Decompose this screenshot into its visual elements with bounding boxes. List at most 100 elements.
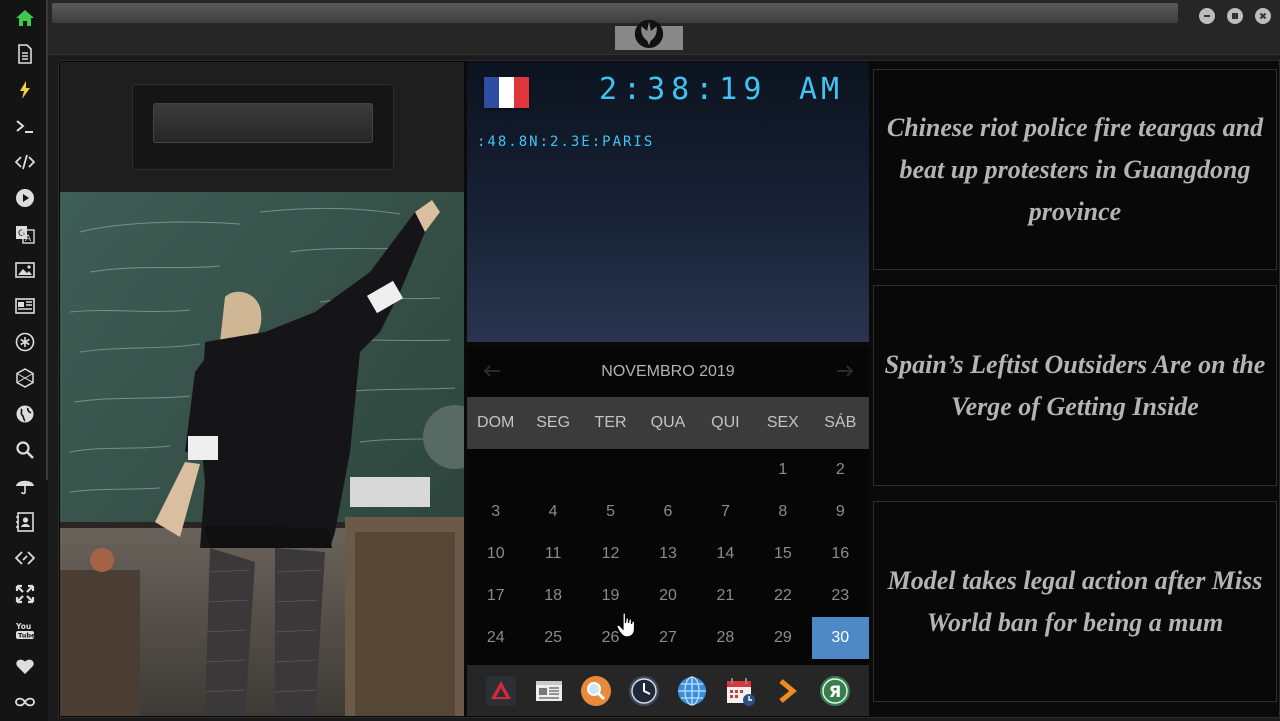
calendar-day[interactable]: 19 — [582, 575, 639, 617]
terminal-icon[interactable] — [12, 113, 38, 139]
calendar-day[interactable]: 7 — [697, 491, 754, 533]
calendar-day[interactable]: 18 — [524, 575, 581, 617]
calendar-widget: NOVEMBRO 2019 DOM SEG TER QUA QUI SEX SÁ… — [467, 347, 869, 665]
world-clock-widget: 2:38:19 AM :48.8N:2.3E:PARIS — [467, 62, 869, 342]
app-launcher-icon[interactable] — [484, 674, 518, 708]
home-icon[interactable] — [12, 5, 38, 31]
calendar-day[interactable]: 8 — [754, 491, 811, 533]
calendar-day[interactable]: 3 — [467, 491, 524, 533]
calendar-day[interactable]: 29 — [754, 617, 811, 659]
calendar-day-grid: 1 2 3 4 5 6 7 8 9 10 11 12 13 14 15 16 17 18 19 20 21 22 23 24 2… — [467, 449, 869, 659]
calendar-header: NOVEMBRO 2019 — [467, 347, 869, 397]
globe-icon[interactable] — [12, 401, 38, 427]
newspaper-icon[interactable] — [12, 293, 38, 319]
calendar-empty-cell — [697, 449, 754, 491]
svg-text:You: You — [15, 622, 31, 631]
hexagon-icon[interactable] — [12, 365, 38, 391]
calendar-next-button[interactable] — [835, 361, 855, 381]
youtube-icon[interactable]: You Tube — [12, 617, 38, 643]
news-reader-icon[interactable] — [532, 674, 566, 708]
calendar-day[interactable]: 13 — [639, 533, 696, 575]
browser-globe-icon[interactable] — [675, 674, 709, 708]
calendar-day[interactable]: 24 — [467, 617, 524, 659]
clock-app-icon[interactable] — [627, 674, 661, 708]
app-dock: Я — [467, 665, 869, 716]
calendar-day[interactable]: 2 — [812, 449, 869, 491]
svg-text:A: A — [25, 234, 32, 244]
maximize-button[interactable] — [1227, 8, 1243, 24]
yandex-icon[interactable]: Я — [818, 674, 852, 708]
calendar-day[interactable]: 23 — [812, 575, 869, 617]
news-card[interactable]: Model takes legal action after Miss Worl… — [873, 501, 1277, 702]
weekday-label: TER — [594, 414, 627, 431]
calendar-day[interactable]: 9 — [812, 491, 869, 533]
close-button[interactable] — [1255, 8, 1271, 24]
calendar-day[interactable]: 28 — [697, 617, 754, 659]
calendar-day[interactable]: 17 — [467, 575, 524, 617]
france-flag-icon — [484, 77, 529, 108]
calendar-day[interactable]: 25 — [524, 617, 581, 659]
calendar-day[interactable]: 11 — [524, 533, 581, 575]
search-input[interactable] — [153, 103, 373, 143]
calendar-day[interactable]: 4 — [524, 491, 581, 533]
weekday-label: SEX — [766, 414, 799, 431]
calendar-day[interactable]: 12 — [582, 533, 639, 575]
calendar-day[interactable]: 15 — [754, 533, 811, 575]
calendar-empty-cell — [524, 449, 581, 491]
clock-time: 2:38:19 — [599, 72, 768, 107]
hand-pointer-icon — [616, 612, 636, 638]
forward-arrow-icon[interactable] — [770, 674, 804, 708]
maximize-icon — [1232, 13, 1238, 19]
heart-icon[interactable] — [12, 653, 38, 679]
calendar-day[interactable]: 20 — [639, 575, 696, 617]
calendar-day[interactable]: 22 — [754, 575, 811, 617]
calendar-day[interactable]: 21 — [697, 575, 754, 617]
calendar-empty-cell — [639, 449, 696, 491]
svg-text:Я: Я — [829, 682, 841, 701]
logo-tab[interactable] — [615, 19, 683, 50]
image-icon[interactable] — [12, 257, 38, 283]
diamond-link-icon[interactable] — [12, 545, 38, 571]
svg-text:Tube: Tube — [18, 632, 35, 640]
lightning-icon[interactable] — [12, 77, 38, 103]
flag-stripe-blue — [484, 77, 499, 108]
search-widget — [60, 62, 464, 192]
calendar-app-icon[interactable] — [723, 674, 757, 708]
code-icon[interactable] — [12, 149, 38, 175]
search-input-container — [132, 84, 394, 170]
flag-stripe-white — [499, 77, 514, 108]
weekday-label: SÁB — [824, 414, 857, 431]
infinity-icon[interactable] — [12, 689, 38, 715]
search-icon[interactable] — [12, 437, 38, 463]
wallpaper-photo — [60, 192, 464, 716]
calendar-empty-cell — [582, 449, 639, 491]
calendar-day[interactable]: 14 — [697, 533, 754, 575]
expand-icon[interactable] — [12, 581, 38, 607]
calendar-day[interactable]: 16 — [812, 533, 869, 575]
calendar-day[interactable]: 1 — [754, 449, 811, 491]
calendar-day[interactable]: 10 — [467, 533, 524, 575]
weekday-label: SEG — [536, 414, 571, 431]
sidebar-scrollbar[interactable] — [46, 0, 48, 480]
minimize-button[interactable] — [1199, 8, 1215, 24]
calendar-day-today[interactable]: 30 — [811, 617, 869, 659]
news-headline: Spain’s Leftist Outsiders Are on the Ver… — [884, 349, 1266, 421]
weekday-label: QUI — [711, 414, 740, 431]
rebel-alliance-icon — [634, 19, 664, 49]
clock-ampm: AM — [799, 72, 844, 107]
umbrella-icon[interactable] — [12, 473, 38, 499]
search-app-icon[interactable] — [579, 674, 613, 708]
calendar-day[interactable]: 5 — [582, 491, 639, 533]
play-icon[interactable] — [12, 185, 38, 211]
calendar-day[interactable]: 6 — [639, 491, 696, 533]
top-address-bar[interactable] — [52, 3, 1178, 23]
news-card[interactable]: Spain’s Leftist Outsiders Are on the Ver… — [873, 285, 1277, 486]
news-card[interactable]: Chinese riot police fire teargas and bea… — [873, 69, 1277, 270]
translate-icon[interactable]: GA — [12, 221, 38, 247]
document-icon[interactable] — [12, 41, 38, 67]
minimize-icon — [1204, 15, 1210, 17]
contacts-icon[interactable] — [12, 509, 38, 535]
asterisk-icon[interactable] — [12, 329, 38, 355]
arrow-right-icon — [837, 365, 854, 377]
calendar-day[interactable]: 27 — [639, 617, 696, 659]
